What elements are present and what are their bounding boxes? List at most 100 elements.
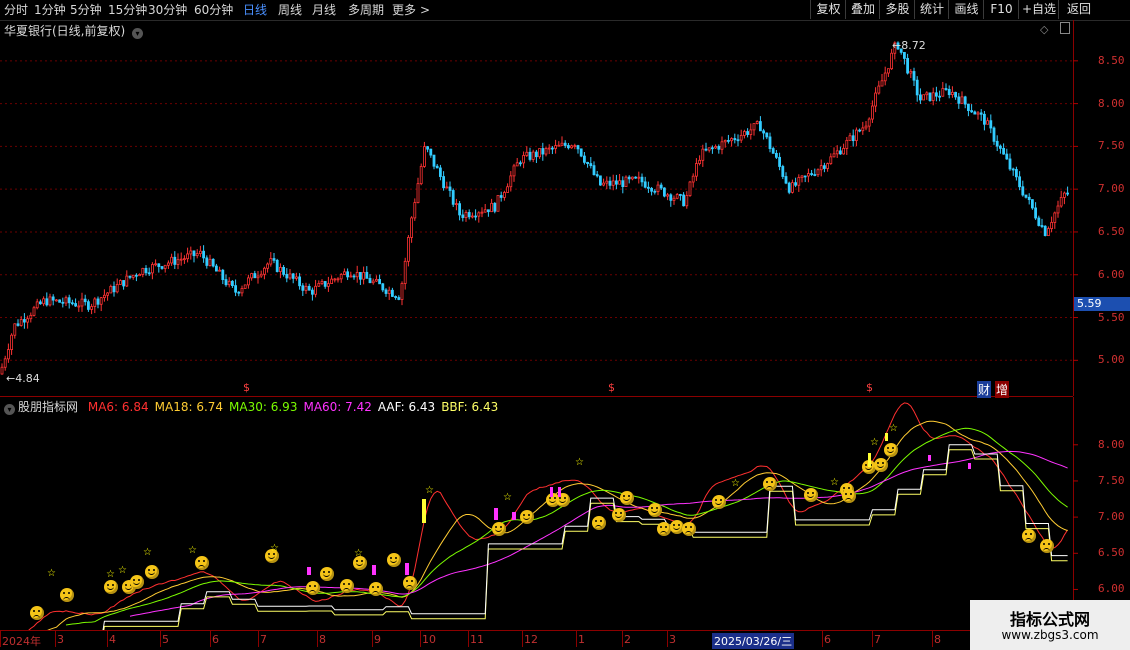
tool-button-4[interactable]: 画线 [948, 0, 984, 19]
candle-body [957, 96, 961, 104]
candle-body [358, 272, 362, 280]
increase-tag[interactable]: 增 [995, 381, 1010, 398]
candle-body [119, 280, 122, 285]
candle-body [1011, 168, 1015, 171]
period-tab-5[interactable]: 60分钟 [194, 2, 233, 18]
candle-body [416, 183, 420, 204]
candle-body [103, 294, 106, 299]
candle-body [109, 285, 113, 294]
finance-tag[interactable]: 财 [977, 381, 992, 398]
candle-body [858, 129, 861, 132]
period-tab-9[interactable]: 多周期 [348, 2, 384, 18]
candle-body [304, 285, 308, 291]
candle-body [397, 297, 401, 300]
tool-button-3[interactable]: 统计 [914, 0, 949, 19]
more-arrow-icon[interactable]: > [420, 2, 430, 18]
candle-body [39, 301, 42, 305]
candle-body [864, 125, 868, 129]
period-tab-10[interactable]: 更多 [392, 2, 416, 18]
candle-body [413, 202, 417, 219]
candle-body [122, 280, 125, 287]
period-tab-0[interactable]: 分时 [4, 2, 28, 18]
candle-body [941, 88, 945, 97]
sad-face-icon [682, 522, 696, 536]
candle-body [771, 148, 775, 154]
candle-body [1008, 158, 1012, 170]
candle-body [823, 165, 826, 169]
tool-button-6[interactable]: +自选 [1018, 0, 1059, 19]
candle-body [256, 275, 260, 279]
candle-body [16, 323, 20, 326]
sad-face-icon [30, 606, 44, 620]
candle-body [877, 85, 881, 94]
candle-body [326, 283, 330, 287]
ma-line-18 [47, 420, 1068, 630]
candle-body [765, 132, 769, 138]
period-tab-6[interactable]: 日线 [243, 2, 267, 18]
star-icon: ☆ [354, 548, 363, 559]
dividend-marker[interactable]: $ [243, 381, 250, 394]
candle-body [483, 209, 487, 213]
candle-body [861, 127, 865, 132]
signal-bar [307, 567, 311, 575]
dividend-marker[interactable]: $ [866, 381, 873, 394]
candle-body [387, 289, 391, 294]
candle-body [989, 120, 993, 129]
candle-body [803, 175, 807, 178]
aaf-line [102, 444, 1068, 630]
candle-body [384, 289, 388, 294]
tool-button-1[interactable]: 叠加 [845, 0, 880, 19]
candle-body [48, 296, 52, 306]
candle-body [99, 297, 103, 305]
period-tab-1[interactable]: 1分钟 [34, 2, 66, 18]
candle-body [285, 273, 289, 279]
tool-button-5[interactable]: F10 [983, 0, 1019, 19]
tool-button-7[interactable]: 返回 [1058, 0, 1099, 19]
watermark-url: www.zbgs3.com [1001, 628, 1099, 642]
candle-body [640, 176, 644, 183]
period-tab-4[interactable]: 30分钟 [148, 2, 187, 18]
dividend-marker[interactable]: $ [608, 381, 615, 394]
period-tab-7[interactable]: 周线 [278, 2, 302, 18]
candle-body [768, 136, 772, 149]
time-axis-label: 11 [470, 633, 484, 646]
period-tab-8[interactable]: 月线 [312, 2, 336, 18]
candle-body [554, 145, 557, 149]
indicator-tick-label: 7.50 [1098, 473, 1125, 487]
period-tab-2[interactable]: 5分钟 [70, 2, 102, 18]
candle-body [743, 131, 746, 136]
tool-button-0[interactable]: 复权 [810, 0, 846, 19]
candle-body [93, 298, 97, 307]
candle-body [1034, 207, 1037, 219]
time-tick-mark [667, 631, 668, 647]
tool-button-2[interactable]: 多股 [879, 0, 915, 19]
time-axis-label: 2025/03/26/三 [712, 633, 795, 649]
sad-face-icon [592, 516, 606, 530]
candle-body [253, 273, 257, 279]
candle-body [880, 80, 884, 87]
candle-body [775, 152, 778, 158]
watermark-title: 指标公式网 [1009, 610, 1090, 629]
candle-body [230, 280, 234, 287]
period-tab-3[interactable]: 15分钟 [108, 2, 147, 18]
candle-body [931, 92, 935, 101]
happy-face-icon [145, 565, 159, 579]
candle-body [419, 166, 423, 185]
candle-body [912, 71, 916, 81]
candle-body [666, 194, 669, 197]
candle-body [64, 297, 68, 304]
candle-body [493, 202, 497, 212]
candle-body [589, 163, 593, 167]
current-price-badge: 5.59 [1074, 297, 1130, 311]
price-tick-label: 7.00 [1098, 182, 1125, 196]
candle-body [675, 194, 679, 199]
happy-face-icon [612, 508, 626, 522]
candle-body [714, 146, 717, 149]
candle-body [301, 285, 305, 291]
low-price-label: ←4.84 [6, 372, 40, 385]
candle-body [1018, 176, 1021, 188]
price-tick-label: 6.50 [1098, 224, 1125, 238]
candle-body [781, 166, 785, 177]
candle-body [467, 212, 471, 218]
candle-body [653, 190, 657, 193]
